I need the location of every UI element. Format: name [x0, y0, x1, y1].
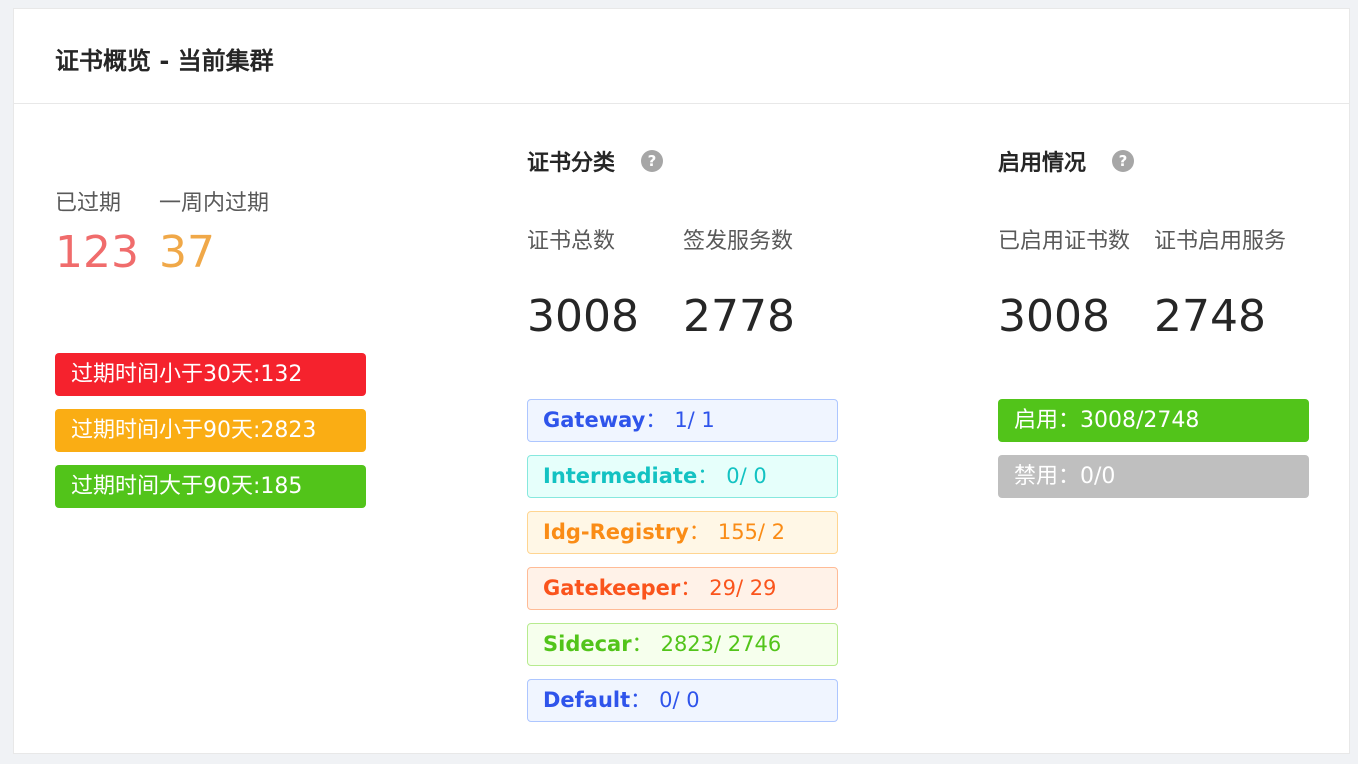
category-tag-sidecar: Sidecar： 2823/ 2746 — [527, 623, 838, 666]
expiry-tag-lt90: 过期时间小于90天:2823 — [55, 409, 366, 452]
expiry-tag-lt30: 过期时间小于30天:132 — [55, 353, 366, 396]
category-tag-idg-registry: Idg-Registry： 155/ 2 — [527, 511, 838, 554]
usage-title: 启用情况 — [998, 151, 1087, 176]
card-header: 证书概览 - 当前集群 — [14, 9, 1349, 104]
tag-name: Intermediate — [543, 464, 698, 488]
certificate-overview-card: 证书概览 - 当前集群 已过期 一周内过期 123 37 过期时间小于30天:1… — [13, 8, 1350, 754]
total-cert-count: 3008 — [527, 291, 639, 342]
issued-service-label: 签发服务数 — [683, 229, 794, 254]
page-title: 证书概览 - 当前集群 — [55, 47, 274, 75]
tag-separator: ： — [688, 520, 710, 544]
category-tag-default: Default： 0/ 0 — [527, 679, 838, 722]
usage-tag-disabled: 禁用：0/0 — [998, 455, 1309, 498]
tag-separator: ： — [631, 632, 653, 656]
tag-value: 29/ 29 — [709, 576, 777, 600]
expired-label: 已过期 — [55, 191, 122, 216]
tag-separator: ： — [697, 464, 719, 488]
tag-name: Sidecar — [543, 632, 632, 656]
tag-name: Idg-Registry — [543, 520, 689, 544]
usage-tag-enabled: 启用：3008/2748 — [998, 399, 1309, 442]
tag-separator: ： — [630, 688, 652, 712]
category-tag-intermediate: Intermediate： 0/ 0 — [527, 455, 838, 498]
tag-value: 155/ 2 — [717, 520, 786, 544]
tag-name: Default — [543, 688, 631, 712]
category-tag-gatekeeper: Gatekeeper： 29/ 29 — [527, 567, 838, 610]
tag-separator: ： — [680, 576, 702, 600]
enabled-service-label: 证书启用服务 — [1154, 229, 1287, 254]
category-tag-gateway: Gateway： 1/ 1 — [527, 399, 838, 442]
tag-value: 0/ 0 — [726, 464, 767, 488]
expired-count: 123 — [55, 227, 139, 278]
category-title: 证书分类 — [527, 151, 616, 176]
tag-name: Gateway — [543, 408, 646, 432]
tag-value: 2823/ 2746 — [660, 632, 782, 656]
issued-service-count: 2778 — [683, 291, 795, 342]
enabled-cert-count: 3008 — [998, 291, 1110, 342]
week-expiring-label: 一周内过期 — [159, 191, 270, 216]
tag-value: 0/ 0 — [659, 688, 700, 712]
week-expiring-count: 37 — [159, 227, 215, 278]
tag-name: Gatekeeper — [543, 576, 681, 600]
enabled-cert-label: 已启用证书数 — [998, 229, 1131, 254]
tag-separator: ： — [645, 408, 667, 432]
total-cert-label: 证书总数 — [527, 229, 616, 254]
question-circle-icon[interactable]: ? — [641, 150, 663, 172]
enabled-service-count: 2748 — [1154, 291, 1266, 342]
expiry-tag-gt90: 过期时间大于90天:185 — [55, 465, 366, 508]
question-circle-icon[interactable]: ? — [1112, 150, 1134, 172]
tag-value: 1/ 1 — [674, 408, 715, 432]
